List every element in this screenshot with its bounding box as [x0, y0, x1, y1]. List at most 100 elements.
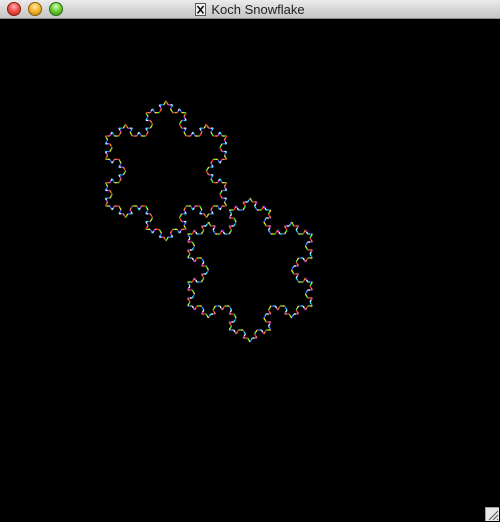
snowflake-segment: [105, 137, 109, 141]
snowflake-segment: [202, 275, 205, 279]
snowflake-segment: [183, 131, 186, 135]
snowflake-segment: [105, 199, 109, 203]
snowflake-segment: [229, 211, 233, 215]
snowflake-segment: [264, 223, 267, 227]
snowflake-segment: [234, 219, 237, 223]
snowflake-segment: [118, 205, 121, 209]
snowflake-segment: [267, 213, 271, 217]
snowflake-segment: [105, 153, 109, 156]
snowflake-segment: [304, 293, 308, 297]
snowflake-segment: [188, 299, 191, 303]
title-group: Koch Snowflake: [0, 0, 500, 19]
snowflake-segment: [200, 129, 203, 133]
snowflake-segment: [210, 162, 213, 166]
snowflake-segment: [105, 184, 109, 187]
snowflake-segment: [296, 279, 300, 283]
snowflake-segment: [210, 178, 213, 182]
snowflake-segment: [194, 277, 197, 281]
snowflake-segment: [190, 205, 193, 209]
snowflake-segment: [284, 305, 287, 309]
snowflake-segment: [202, 227, 205, 231]
snowflake-segment: [109, 190, 112, 193]
snowflake-segment: [180, 229, 183, 232]
snowflake-segment: [309, 253, 312, 257]
snowflake-segment: [269, 231, 272, 235]
snowflake-segment: [219, 178, 222, 182]
snowflake-segment: [235, 205, 238, 209]
snowflake-segment: [309, 235, 312, 239]
snowflake-segment: [213, 231, 216, 235]
snowflake-segment: [306, 295, 309, 299]
resize-grip-icon[interactable]: [485, 507, 499, 521]
snowflake-segment: [303, 259, 306, 263]
snowflake-segment: [285, 227, 288, 231]
snowflake-segment: [191, 289, 194, 293]
snowflake-segment: [306, 247, 309, 251]
snowflake-segment: [220, 180, 223, 183]
snowflake-segment: [269, 305, 272, 309]
snowflake-segment: [112, 205, 115, 209]
snowflake-segment: [264, 207, 267, 211]
snowflake-segment: [206, 172, 210, 176]
snowflake-segment: [221, 229, 225, 233]
snowflake-segment: [220, 159, 223, 162]
drawing-canvas[interactable]: [0, 19, 500, 522]
snowflake-segment: [200, 207, 203, 211]
snowflake-segment: [212, 229, 215, 233]
snowflake-segment: [211, 205, 214, 209]
snowflake-segment: [211, 133, 214, 137]
snowflake-segment: [205, 223, 208, 227]
snowflake-segment: [302, 279, 305, 283]
snowflake-segment: [304, 245, 308, 249]
snowflake-segment: [164, 100, 167, 104]
snowflake-segment: [129, 131, 132, 135]
snowflake-segment: [295, 261, 298, 265]
snowflake-segment: [149, 120, 152, 123]
snowflake-segment: [309, 283, 312, 287]
snowflake-segment: [149, 110, 152, 113]
snowflake-segment: [164, 238, 167, 242]
window-title: Koch Snowflake: [211, 2, 305, 17]
snowflake-segment: [184, 205, 187, 209]
snowflake-segment: [191, 279, 194, 283]
snowflake-segment: [220, 133, 223, 137]
snowflake-segment: [304, 277, 308, 281]
close-button[interactable]: [7, 2, 21, 16]
snowflake-segment: [183, 209, 186, 213]
snowflake-segment: [304, 229, 308, 233]
snowflake-segment: [145, 205, 148, 209]
document-icon: [195, 3, 207, 16]
snowflake-segment: [112, 159, 115, 162]
snowflake-segment: [296, 305, 300, 309]
snowflake-segment: [188, 253, 191, 257]
snowflake-segment: [254, 333, 257, 337]
snowflake-segment: [247, 337, 250, 341]
snowflake-segment: [306, 241, 309, 245]
app-window: Koch Snowflake: [0, 0, 500, 522]
snowflake-segment: [255, 329, 258, 333]
snowflake-segment: [145, 133, 148, 137]
snowflake-segment: [191, 295, 194, 299]
title-bar[interactable]: Koch Snowflake: [0, 0, 500, 19]
snowflake-segment: [207, 221, 211, 225]
snowflake-segment: [199, 205, 202, 209]
snowflake-segment: [303, 307, 306, 311]
zoom-button[interactable]: [49, 2, 63, 16]
snowflake-segment: [146, 223, 149, 226]
snowflake-segment: [285, 307, 288, 311]
snowflake-segment: [126, 125, 129, 129]
snowflake-segment: [209, 313, 212, 317]
snowflake-segment: [223, 139, 227, 143]
snowflake-segment: [166, 102, 169, 106]
snowflake-segment: [110, 192, 113, 195]
snowflake-segment: [211, 159, 214, 162]
snowflake-segment: [150, 122, 154, 125]
snowflake-segment: [306, 279, 309, 283]
snowflake-segment: [191, 257, 194, 261]
snowflake-segment: [234, 331, 237, 335]
minimize-button[interactable]: [28, 2, 42, 16]
snowflake-segment: [288, 313, 291, 317]
snowflake-segment: [191, 305, 194, 309]
snowflake-segment: [111, 178, 114, 182]
snowflake-segment: [109, 180, 112, 183]
